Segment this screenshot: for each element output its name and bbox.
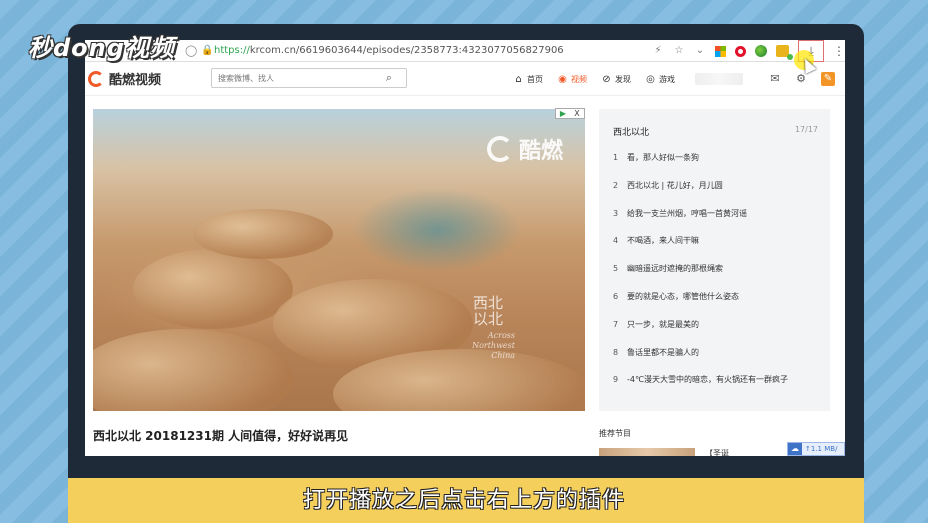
list-item[interactable]: 1 看，那人好似一条狗: [613, 152, 820, 180]
nav-discover[interactable]: ⊘ 发现: [601, 74, 631, 85]
recommend-thumbnail[interactable]: [599, 448, 695, 456]
flash-icon[interactable]: ⚡: [652, 45, 664, 57]
discover-icon: ⊘: [602, 73, 611, 85]
site-logo[interactable]: 酷燃视频: [88, 69, 161, 88]
user-name-blurred[interactable]: [695, 73, 743, 85]
video-art-title-en: Across Northwest China: [472, 331, 515, 360]
compose-icon[interactable]: ✎: [821, 72, 835, 86]
shield-icon[interactable]: ◯: [185, 43, 199, 59]
video-player[interactable]: 酷燃 西北以北 Across Northwest China: [93, 109, 585, 411]
dune-shape: [93, 329, 293, 411]
lock-icon: 🔒: [201, 45, 214, 56]
video-icon: ◉: [558, 73, 567, 85]
gear-icon[interactable]: ⚙: [795, 73, 807, 85]
mail-icon[interactable]: ✉: [769, 73, 781, 85]
logo-text: 酷燃视频: [109, 73, 162, 88]
game-icon: ◎: [646, 73, 655, 85]
video-brand-watermark: 酷燃: [486, 133, 563, 165]
search-icon[interactable]: ⌕: [382, 71, 396, 85]
browser-window: ↶ ◯ 🔒 https://krcom.cn/6619603644/episod…: [85, 40, 845, 456]
home-icon: ⌂: [515, 73, 522, 85]
list-item[interactable]: 9 -4℃漫天大雪中的暗恋，有火锅还有一群疯子: [613, 374, 820, 402]
dune-shape: [193, 209, 333, 259]
watermark-logo: 秒dong视频: [28, 34, 175, 62]
play-icon[interactable]: ▶: [556, 109, 570, 118]
site-header: 酷燃视频 ⌕ ⌂首页 ◉视频 ⊘发现 ◎游戏 ✉ ⚙ ✎: [85, 62, 845, 96]
list-item[interactable]: 6 要的就是心态，哪管他什么姿态: [613, 291, 820, 319]
recommend-title: 推荐节目: [599, 429, 631, 438]
office-extension-icon[interactable]: [715, 45, 726, 57]
main-nav: ⌂ 首页 ◉ 视频 ⊘ 发现 ◎ 游戏: [513, 62, 675, 96]
nav-home[interactable]: ⌂ 首页: [513, 74, 543, 85]
subtitle-text: 打开播放之后点击右上方的插件: [302, 488, 625, 513]
speed-icon: ☁: [788, 443, 802, 455]
list-item[interactable]: 8 鲁话里都不是骗人的: [613, 347, 820, 375]
list-item[interactable]: 2 西北以北 | 花儿好，月儿圆: [613, 180, 820, 208]
star-icon[interactable]: ☆: [673, 45, 685, 57]
search-box: ⌕: [211, 68, 407, 88]
dune-shape: [133, 249, 293, 329]
krcom-logo-icon: [486, 136, 513, 162]
plugin-extension-icon[interactable]: [776, 45, 793, 60]
ad-tag[interactable]: ▶ X: [555, 108, 585, 119]
video-title: 西北以北 20181231期 人间值得，好好说再见: [93, 429, 349, 443]
playlist-title: 西北以北: [613, 128, 650, 138]
menu-icon[interactable]: ⋮: [833, 44, 845, 58]
krcom-logo-icon: [88, 70, 104, 87]
speed-readout: ↑1.1 MB/: [805, 445, 838, 453]
nav-game[interactable]: ◎ 游戏: [645, 74, 675, 85]
nav-video[interactable]: ◉ 视频: [557, 74, 587, 85]
list-item[interactable]: 5 幽暗遥远时遮掩的那根绳索: [613, 263, 820, 291]
chevron-down-icon[interactable]: ⌄: [694, 45, 706, 57]
recommend-item-text[interactable]: 【圣诞: [705, 448, 729, 456]
address-bar: ↶ ◯ 🔒 https://krcom.cn/6619603644/episod…: [85, 40, 845, 62]
list-item[interactable]: 4 不喝酒，来人间干嘛: [613, 235, 820, 263]
search-input[interactable]: [212, 73, 382, 83]
opera-extension-icon[interactable]: [735, 45, 746, 57]
video-art-title: 西北以北: [473, 294, 504, 328]
list-item[interactable]: 3 给我一支兰州烟，哼唱一首黄河谣: [613, 208, 820, 236]
playlist-header: 西北以北 17/17: [599, 109, 830, 138]
close-ad-icon[interactable]: X: [570, 109, 584, 118]
episode-playlist: 西北以北 17/17 1 看，那人好似一条狗 2 西北以北 | 花儿好，月儿圆 3给…: [599, 109, 830, 411]
playlist-count: 17/17: [794, 125, 818, 134]
network-speed-widget[interactable]: ☁ ↑1.1 MB/: [787, 442, 845, 456]
toolbar-icons: ⚡ ☆ ⌄ ⤓ ⋮: [652, 40, 845, 62]
globe-extension-icon[interactable]: [755, 45, 767, 57]
playlist-items: 1 看，那人好似一条狗 2 西北以北 | 花儿好，月儿圆 3 给我一支兰州烟，哼唱一首…: [599, 138, 830, 402]
url-field[interactable]: https://krcom.cn/6619603644/episodes/235…: [214, 45, 564, 56]
list-item[interactable]: 7 只一步，就是最美的: [613, 319, 820, 347]
